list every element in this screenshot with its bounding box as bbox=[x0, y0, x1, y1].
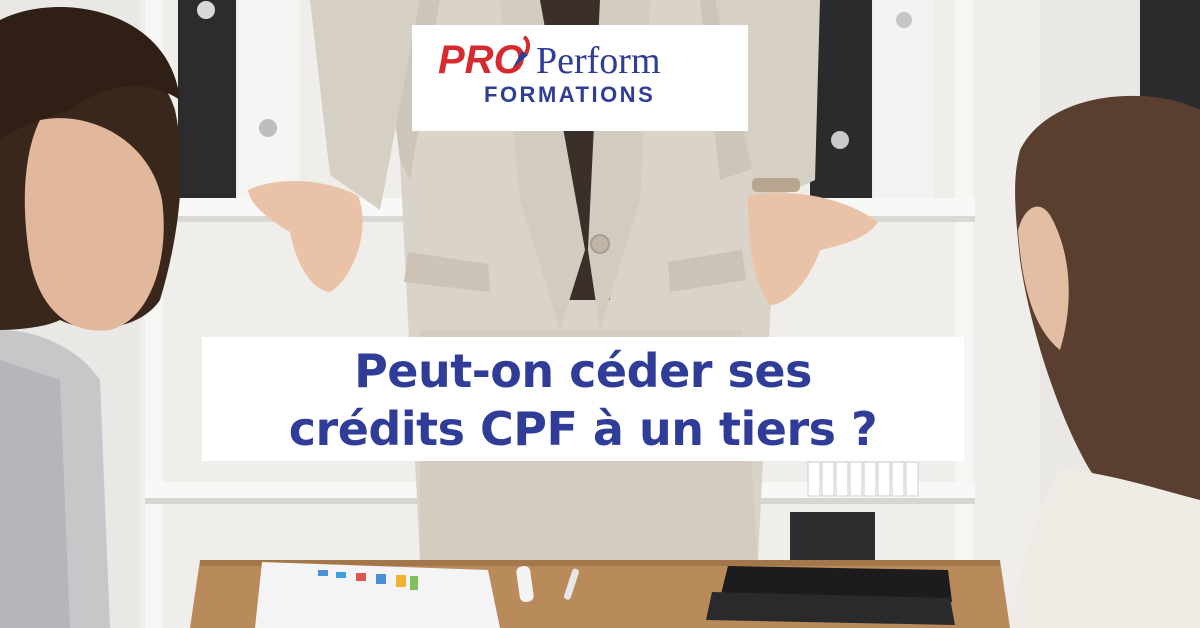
logo-graphic: PRO Perform FORMATIONS bbox=[438, 35, 661, 107]
properform-logo: PRO Perform FORMATIONS bbox=[412, 25, 748, 131]
headline-line-1: Peut-on céder ses bbox=[354, 344, 812, 398]
logo-perform-text: Perform bbox=[536, 40, 661, 82]
hero-banner: PRO Perform FORMATIONS Peut-on céder ses… bbox=[0, 0, 1200, 628]
headline-line-2: crédits CPF à un tiers ? bbox=[288, 402, 878, 456]
headline-box: Peut-on céder ses crédits CPF à un tiers… bbox=[202, 337, 964, 461]
logo-formations-text: FORMATIONS bbox=[484, 82, 655, 107]
logo-pro-text: PRO bbox=[438, 38, 525, 82]
